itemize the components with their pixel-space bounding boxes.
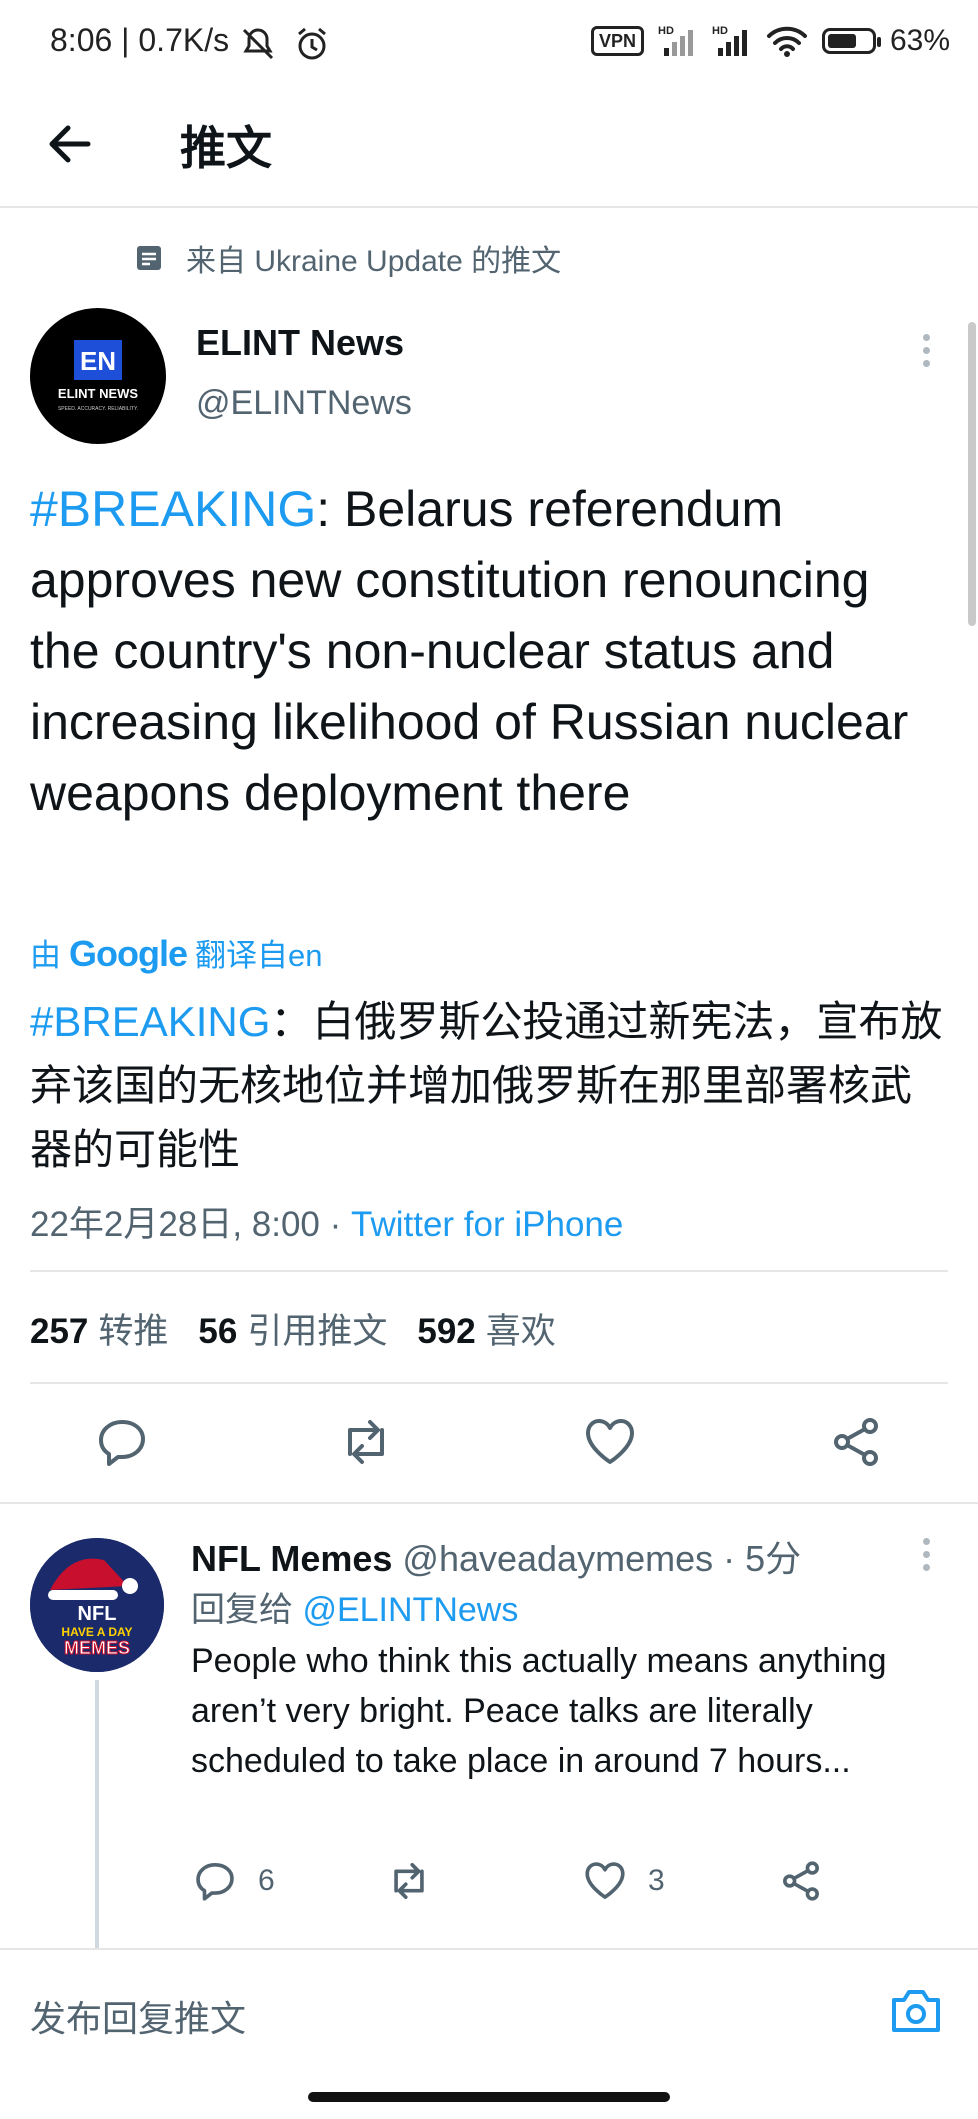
reply-header[interactable]: NFL Memes @haveadaymemes · 5分 (191, 1530, 801, 1582)
vpn-badge: VPN (590, 26, 644, 56)
like-icon (586, 1419, 634, 1464)
scrollbar[interactable] (968, 322, 976, 626)
google-logo: Google (69, 933, 188, 974)
status-time: 8:06 | 0.7K/s (50, 22, 230, 58)
reply-reply-button[interactable]: 6 (194, 1860, 275, 1902)
top-bar: 推文 (0, 88, 978, 208)
camera-icon (892, 1990, 940, 2032)
reply-input[interactable]: 发布回复推文 (30, 1990, 246, 2042)
reply-more-options-button[interactable] (923, 1538, 931, 1577)
svg-text:MEMES: MEMES (64, 1638, 130, 1658)
retweet-icon (394, 1863, 424, 1899)
tweet-context[interactable]: 来自 Ukraine Update 的推文 (136, 236, 561, 280)
reply-retweet-button[interactable] (386, 1860, 432, 1902)
tweet-source[interactable]: Twitter for iPhone (351, 1205, 623, 1244)
status-right: VPN HD HD 63% (590, 24, 950, 58)
tweet-meta: 22年2月28日, 8:00 · Twitter for iPhone (30, 1196, 623, 1247)
reply-icon (196, 1863, 234, 1901)
svg-text:HD: HD (712, 25, 728, 37)
status-bar: 8:06 | 0.7K/s VPN HD HD 63% (0, 0, 978, 88)
reply-button[interactable] (96, 1416, 148, 1473)
svg-text:ELINT NEWS: ELINT NEWS (58, 386, 138, 401)
like-count: 3 (648, 1864, 665, 1897)
back-button[interactable] (44, 118, 96, 175)
note-icon (137, 246, 161, 270)
reply-share-button[interactable] (780, 1860, 822, 1902)
nfl-memes-logo: NFL HAVE A DAY MEMES (30, 1538, 164, 1672)
hashtag-link[interactable]: #BREAKING (30, 481, 316, 537)
context-text: 来自 Ukraine Update 的推文 (186, 245, 562, 278)
battery-icon (821, 28, 881, 54)
retweets-stat[interactable]: 257 转推 (30, 1303, 168, 1354)
back-arrow-icon (49, 125, 91, 163)
elint-logo: EN ELINT NEWS SPEED. ACCURACY. RELIABILI… (58, 340, 138, 412)
retweet-button[interactable] (338, 1416, 394, 1473)
status-notification-icons (240, 26, 330, 62)
share-button[interactable] (830, 1416, 882, 1473)
svg-text:EN: EN (80, 346, 116, 376)
divider (0, 1502, 978, 1504)
page-title: 推文 (180, 122, 272, 174)
divider (30, 1382, 948, 1384)
translated-text: #BREAKING：白俄罗斯公投通过新宪法，宣布放弃该国的无核地位并增加俄罗斯在… (30, 998, 943, 1173)
share-icon (834, 1418, 878, 1466)
wifi-icon (766, 26, 807, 57)
battery-percent: 63% (889, 24, 950, 57)
replying-to: 回复给 @ELINTNews (191, 1591, 519, 1629)
svg-text:HD: HD (658, 25, 674, 37)
svg-text:NFL: NFL (78, 1603, 117, 1625)
author-handle[interactable]: @ELINTNews (196, 384, 412, 423)
like-button[interactable] (584, 1416, 636, 1473)
svg-text:SPEED. ACCURACY. RELIABILITY.: SPEED. ACCURACY. RELIABILITY. (58, 406, 138, 412)
translation-credit: 由 Google 翻译自en (30, 933, 323, 974)
reply-count: 6 (258, 1864, 275, 1897)
quotes-stat[interactable]: 56 引用推文 (198, 1303, 387, 1354)
signal-icon: HD (658, 25, 693, 56)
svg-text:HAVE A DAY: HAVE A DAY (61, 1625, 132, 1639)
reply-text: People who think this actually means any… (191, 1642, 887, 1780)
reply-composer[interactable]: 发布回复推文 (0, 1948, 978, 2070)
camera-button[interactable] (890, 1986, 942, 2039)
replying-to-link[interactable]: @ELINTNews (302, 1591, 518, 1629)
reply-icon (99, 1420, 145, 1466)
tweet-date: 22年2月28日, 8:00 · (30, 1205, 351, 1244)
alarm-icon (298, 27, 326, 60)
thread-line (95, 1680, 99, 1950)
reply-avatar[interactable]: NFL HAVE A DAY MEMES (30, 1538, 164, 1672)
more-options-button[interactable] (923, 334, 931, 373)
tweet-stats: 257 转推 56 引用推文 592 喜欢 (30, 1303, 556, 1354)
home-indicator[interactable] (308, 2092, 670, 2102)
likes-stat[interactable]: 592 喜欢 (417, 1303, 555, 1354)
author-avatar[interactable]: EN ELINT NEWS SPEED. ACCURACY. RELIABILI… (30, 308, 166, 444)
tweet-text: #BREAKING: Belarus referendum approves n… (30, 474, 930, 829)
reply-author-name[interactable]: NFL Memes (191, 1538, 392, 1579)
mute-icon (242, 28, 274, 60)
retweet-icon (348, 1420, 384, 1464)
reply-handle-time: @haveadaymemes · 5分 (392, 1538, 802, 1579)
author-name[interactable]: ELINT News (196, 322, 404, 364)
reply-like-button[interactable]: 3 (584, 1860, 665, 1902)
like-icon (585, 1862, 625, 1899)
signal-icon-2: HD (712, 25, 747, 56)
divider (30, 1270, 948, 1272)
share-icon (783, 1861, 819, 1901)
translated-hashtag[interactable]: #BREAKING (30, 998, 270, 1045)
